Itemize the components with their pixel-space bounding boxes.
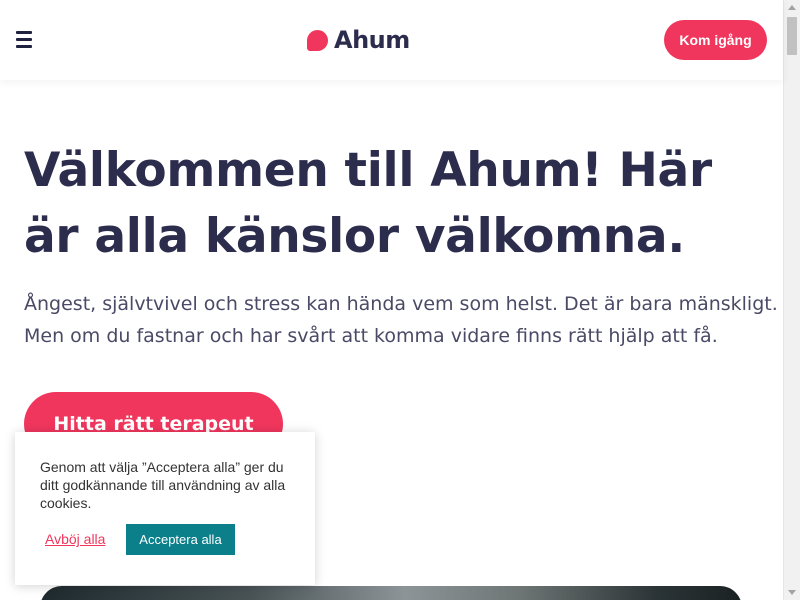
logo-text: Ahum: [334, 26, 410, 54]
logo[interactable]: Ahum: [307, 24, 410, 56]
hamburger-menu-icon[interactable]: [16, 31, 32, 48]
site-header: Ahum Kom igång: [0, 0, 783, 80]
hero-description: Ångest, självtvivel och stress kan hända…: [24, 293, 778, 347]
cookie-consent-text: Genom att välja ”Acceptera alla” ger du …: [40, 459, 286, 511]
scroll-down-arrow-icon[interactable]: [788, 590, 796, 595]
hero-image: [40, 586, 742, 600]
menu-line: [16, 45, 32, 48]
cookie-banner: Genom att välja ”Acceptera alla” ger du …: [15, 432, 315, 585]
accept-all-button[interactable]: Acceptera alla: [126, 524, 235, 555]
speech-bubble-logo-icon: [307, 29, 328, 51]
menu-line: [16, 31, 32, 34]
scroll-up-arrow-icon[interactable]: [788, 5, 796, 10]
get-started-button[interactable]: Kom igång: [664, 20, 767, 60]
vertical-scrollbar[interactable]: [783, 0, 800, 600]
scroll-thumb[interactable]: [787, 17, 797, 55]
menu-line: [16, 38, 32, 41]
page-title: Välkommen till Ahum! Här är alla känslor…: [24, 143, 712, 264]
reject-all-link[interactable]: Avböj alla: [45, 531, 105, 547]
